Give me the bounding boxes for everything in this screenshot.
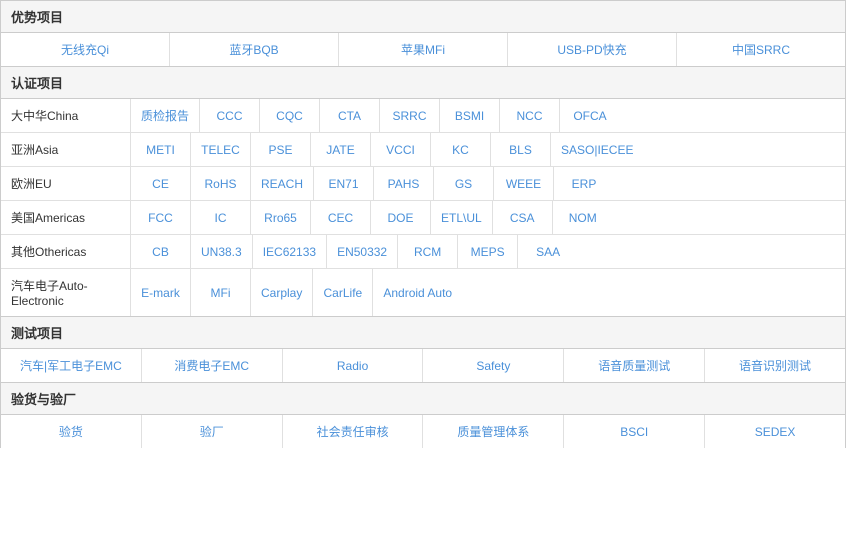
cert-cell[interactable]: METI (131, 133, 191, 166)
testing-cell[interactable]: 语音质量测试 (564, 349, 705, 382)
cert-cell[interactable]: CCC (200, 99, 260, 132)
inspection-cell[interactable]: SEDEX (705, 415, 845, 448)
row-cells: METITELECPSEJATEVCCIKCBLSSASO|IECEE (131, 133, 845, 166)
cert-cell[interactable]: Carplay (251, 269, 313, 316)
cert-cell[interactable]: CB (131, 235, 191, 268)
cert-cell[interactable]: BLS (491, 133, 551, 166)
row-cells: FCCICRro65CECDOEETL\ULCSANOM (131, 201, 845, 234)
cert-cell[interactable]: MFi (191, 269, 251, 316)
advantage-cell[interactable]: 中国SRRC (677, 33, 845, 66)
inspection-cell[interactable]: 验厂 (142, 415, 283, 448)
cert-cell[interactable]: WEEE (494, 167, 554, 200)
cert-cell[interactable]: REACH (251, 167, 314, 200)
inspection-cell[interactable]: 质量管理体系 (423, 415, 564, 448)
row-cells: E-markMFiCarplayCarLifeAndroid Auto (131, 269, 845, 316)
inspection-cell[interactable]: 验货 (1, 415, 142, 448)
inspection-title: 验货与验厂 (1, 383, 845, 415)
cert-cell[interactable]: GS (434, 167, 494, 200)
testing-cell[interactable]: 语音识别测试 (705, 349, 845, 382)
cert-cell[interactable]: ERP (554, 167, 614, 200)
advantage-cell[interactable]: 无线充Qi (1, 33, 170, 66)
cert-cell[interactable]: CE (131, 167, 191, 200)
testing-title: 测试项目 (1, 317, 845, 349)
advantage-cell[interactable]: USB-PD快充 (508, 33, 677, 66)
cert-row: 其他OthericasCBUN38.3IEC62133EN50332RCMMEP… (1, 235, 845, 269)
cert-cell[interactable]: PSE (251, 133, 311, 166)
row-label: 汽车电子Auto-Electronic (1, 269, 131, 316)
cert-row: 美国AmericasFCCICRro65CECDOEETL\ULCSANOM (1, 201, 845, 235)
cert-cell[interactable]: UN38.3 (191, 235, 253, 268)
cert-cell[interactable]: EN71 (314, 167, 374, 200)
cert-cell[interactable]: CQC (260, 99, 320, 132)
cert-cell[interactable]: CTA (320, 99, 380, 132)
row-label: 欧洲EU (1, 167, 131, 200)
testing-section: 测试项目 汽车|军工电子EMC消费电子EMCRadioSafety语音质量测试语… (0, 316, 846, 382)
certification-section: 认证项目 大中华China质检报告CCCCQCCTASRRCBSMINCCOFC… (0, 66, 846, 316)
advantage-row: 无线充Qi蓝牙BQB苹果MFiUSB-PD快充中国SRRC (1, 33, 845, 66)
advantage-cell[interactable]: 苹果MFi (339, 33, 508, 66)
cert-cell[interactable]: SRRC (380, 99, 440, 132)
testing-cell[interactable]: 消费电子EMC (142, 349, 283, 382)
cert-cell[interactable]: TELEC (191, 133, 251, 166)
cert-cell[interactable]: FCC (131, 201, 191, 234)
inspection-cell[interactable]: 社会责任审核 (283, 415, 424, 448)
cert-cell[interactable]: BSMI (440, 99, 500, 132)
advantage-title: 优势项目 (1, 1, 845, 33)
cert-cell[interactable]: IC (191, 201, 251, 234)
cert-cell[interactable]: NCC (500, 99, 560, 132)
row-cells: CBUN38.3IEC62133EN50332RCMMEPSSAA (131, 235, 845, 268)
certification-rows: 大中华China质检报告CCCCQCCTASRRCBSMINCCOFCA亚洲As… (1, 99, 845, 316)
row-label: 其他Othericas (1, 235, 131, 268)
cert-cell[interactable]: JATE (311, 133, 371, 166)
testing-cell[interactable]: 汽车|军工电子EMC (1, 349, 142, 382)
row-cells: CERoHSREACHEN71PAHSGSWEEEERP (131, 167, 845, 200)
cert-cell[interactable]: CSA (493, 201, 553, 234)
cert-cell[interactable]: RoHS (191, 167, 251, 200)
testing-cell[interactable]: Safety (423, 349, 564, 382)
cert-cell[interactable]: NOM (553, 201, 613, 234)
cert-cell[interactable]: Rro65 (251, 201, 311, 234)
cert-row: 汽车电子Auto-ElectronicE-markMFiCarplayCarLi… (1, 269, 845, 316)
cert-cell[interactable]: RCM (398, 235, 458, 268)
inspection-section: 验货与验厂 验货验厂社会责任审核质量管理体系BSCISEDEX (0, 382, 846, 448)
cert-cell[interactable]: SAA (518, 235, 578, 268)
inspection-row: 验货验厂社会责任审核质量管理体系BSCISEDEX (1, 415, 845, 448)
cert-cell[interactable]: PAHS (374, 167, 434, 200)
inspection-cell[interactable]: BSCI (564, 415, 705, 448)
cert-cell[interactable]: Android Auto (373, 269, 462, 316)
cert-row: 大中华China质检报告CCCCQCCTASRRCBSMINCCOFCA (1, 99, 845, 133)
row-label: 大中华China (1, 99, 131, 132)
cert-cell[interactable]: MEPS (458, 235, 518, 268)
cert-cell[interactable]: 质检报告 (131, 99, 200, 132)
testing-cell[interactable]: Radio (283, 349, 424, 382)
certification-title: 认证项目 (1, 67, 845, 99)
cert-row: 亚洲AsiaMETITELECPSEJATEVCCIKCBLSSASO|IECE… (1, 133, 845, 167)
cert-cell[interactable]: DOE (371, 201, 431, 234)
cert-cell[interactable]: VCCI (371, 133, 431, 166)
cert-cell[interactable]: OFCA (560, 99, 620, 132)
cert-cell[interactable]: SASO|IECEE (551, 133, 643, 166)
cert-cell[interactable]: ETL\UL (431, 201, 493, 234)
cert-cell[interactable]: KC (431, 133, 491, 166)
cert-cell[interactable]: EN50332 (327, 235, 398, 268)
row-label: 亚洲Asia (1, 133, 131, 166)
advantage-cell[interactable]: 蓝牙BQB (170, 33, 339, 66)
cert-cell[interactable]: IEC62133 (253, 235, 327, 268)
cert-cell[interactable]: E-mark (131, 269, 191, 316)
cert-cell[interactable]: CarLife (313, 269, 373, 316)
row-label: 美国Americas (1, 201, 131, 234)
testing-row: 汽车|军工电子EMC消费电子EMCRadioSafety语音质量测试语音识别测试 (1, 349, 845, 382)
advantage-section: 优势项目 无线充Qi蓝牙BQB苹果MFiUSB-PD快充中国SRRC (0, 0, 846, 66)
row-cells: 质检报告CCCCQCCTASRRCBSMINCCOFCA (131, 99, 845, 132)
cert-row: 欧洲EUCERoHSREACHEN71PAHSGSWEEEERP (1, 167, 845, 201)
cert-cell[interactable]: CEC (311, 201, 371, 234)
